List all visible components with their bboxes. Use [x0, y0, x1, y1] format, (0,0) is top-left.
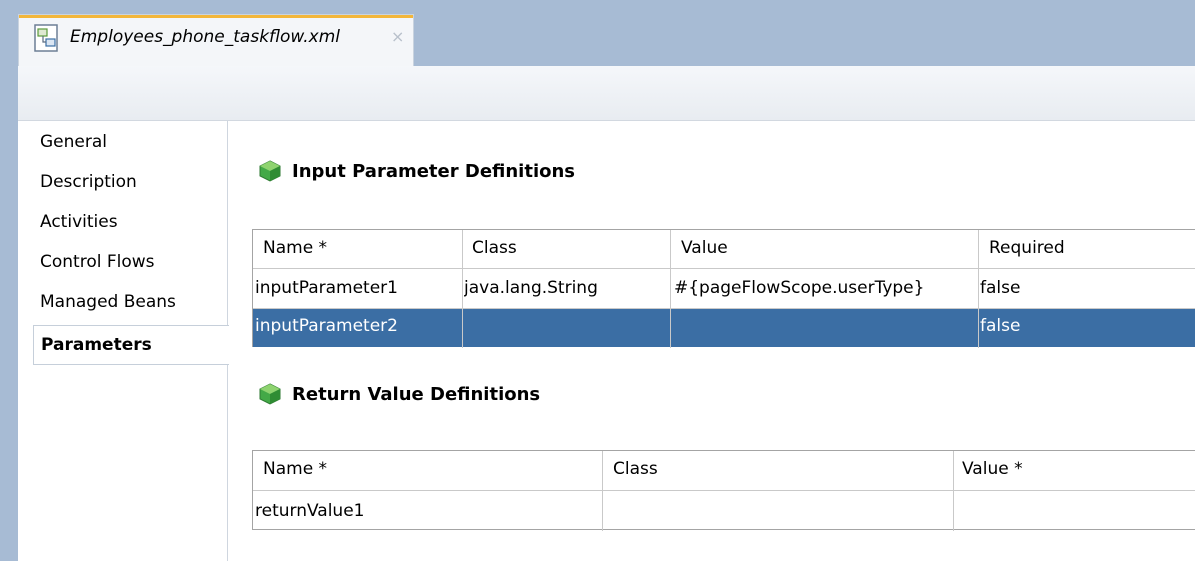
column-divider [978, 230, 979, 348]
close-icon[interactable]: × [391, 25, 404, 49]
table-cell-name[interactable]: inputParameter2 [255, 316, 398, 336]
overview-nav: General Description Activities Control F… [18, 121, 229, 561]
column-header-value[interactable]: Value [681, 238, 728, 258]
column-header-class[interactable]: Class [472, 238, 517, 258]
nav-item-parameters[interactable]: Parameters [33, 325, 229, 365]
section-cube-icon [259, 160, 281, 182]
taskflow-file-icon [34, 24, 58, 52]
tab-active-accent [19, 15, 413, 18]
column-divider [462, 230, 463, 348]
row-divider [253, 308, 1195, 309]
column-header-required[interactable]: Required [989, 238, 1065, 258]
nav-item-general[interactable]: General [40, 131, 107, 153]
return-values-table: Name * Class Value * returnValue1 [252, 450, 1195, 531]
column-header-value[interactable]: Value * [962, 459, 1023, 479]
nav-item-control-flows[interactable]: Control Flows [40, 251, 155, 273]
tab-title: Employees_phone_taskflow.xml [70, 27, 340, 47]
column-divider [953, 451, 954, 531]
nav-item-description[interactable]: Description [40, 171, 137, 193]
editor-toolbar [0, 66, 1195, 121]
return-section-title: Return Value Definitions [292, 384, 541, 405]
table-cell-value[interactable]: #{pageFlowScope.userType} [674, 278, 924, 298]
row-divider [253, 490, 1195, 491]
input-section-title: Input Parameter Definitions [292, 161, 576, 182]
column-divider [670, 230, 671, 348]
column-header-class[interactable]: Class [613, 459, 658, 479]
editor-tab[interactable]: Employees_phone_taskflow.xml × [18, 14, 414, 66]
table-cell-name[interactable]: inputParameter1 [255, 278, 398, 298]
column-divider [602, 451, 603, 531]
column-header-name[interactable]: Name * [263, 238, 328, 258]
column-header-name[interactable]: Name * [263, 459, 328, 479]
row-divider [253, 268, 1195, 269]
table-cell-name[interactable]: returnValue1 [255, 501, 364, 521]
table-cell-class[interactable]: java.lang.String [464, 278, 598, 298]
table-cell-required[interactable]: false [980, 316, 1020, 336]
left-frame [0, 66, 18, 561]
nav-item-activities[interactable]: Activities [40, 211, 118, 233]
input-parameters-table: Name * Class Value Required inputParamet… [252, 229, 1195, 348]
nav-item-managed-beans[interactable]: Managed Beans [40, 291, 176, 313]
section-cube-icon [259, 383, 281, 405]
table-cell-required[interactable]: false [980, 278, 1020, 298]
